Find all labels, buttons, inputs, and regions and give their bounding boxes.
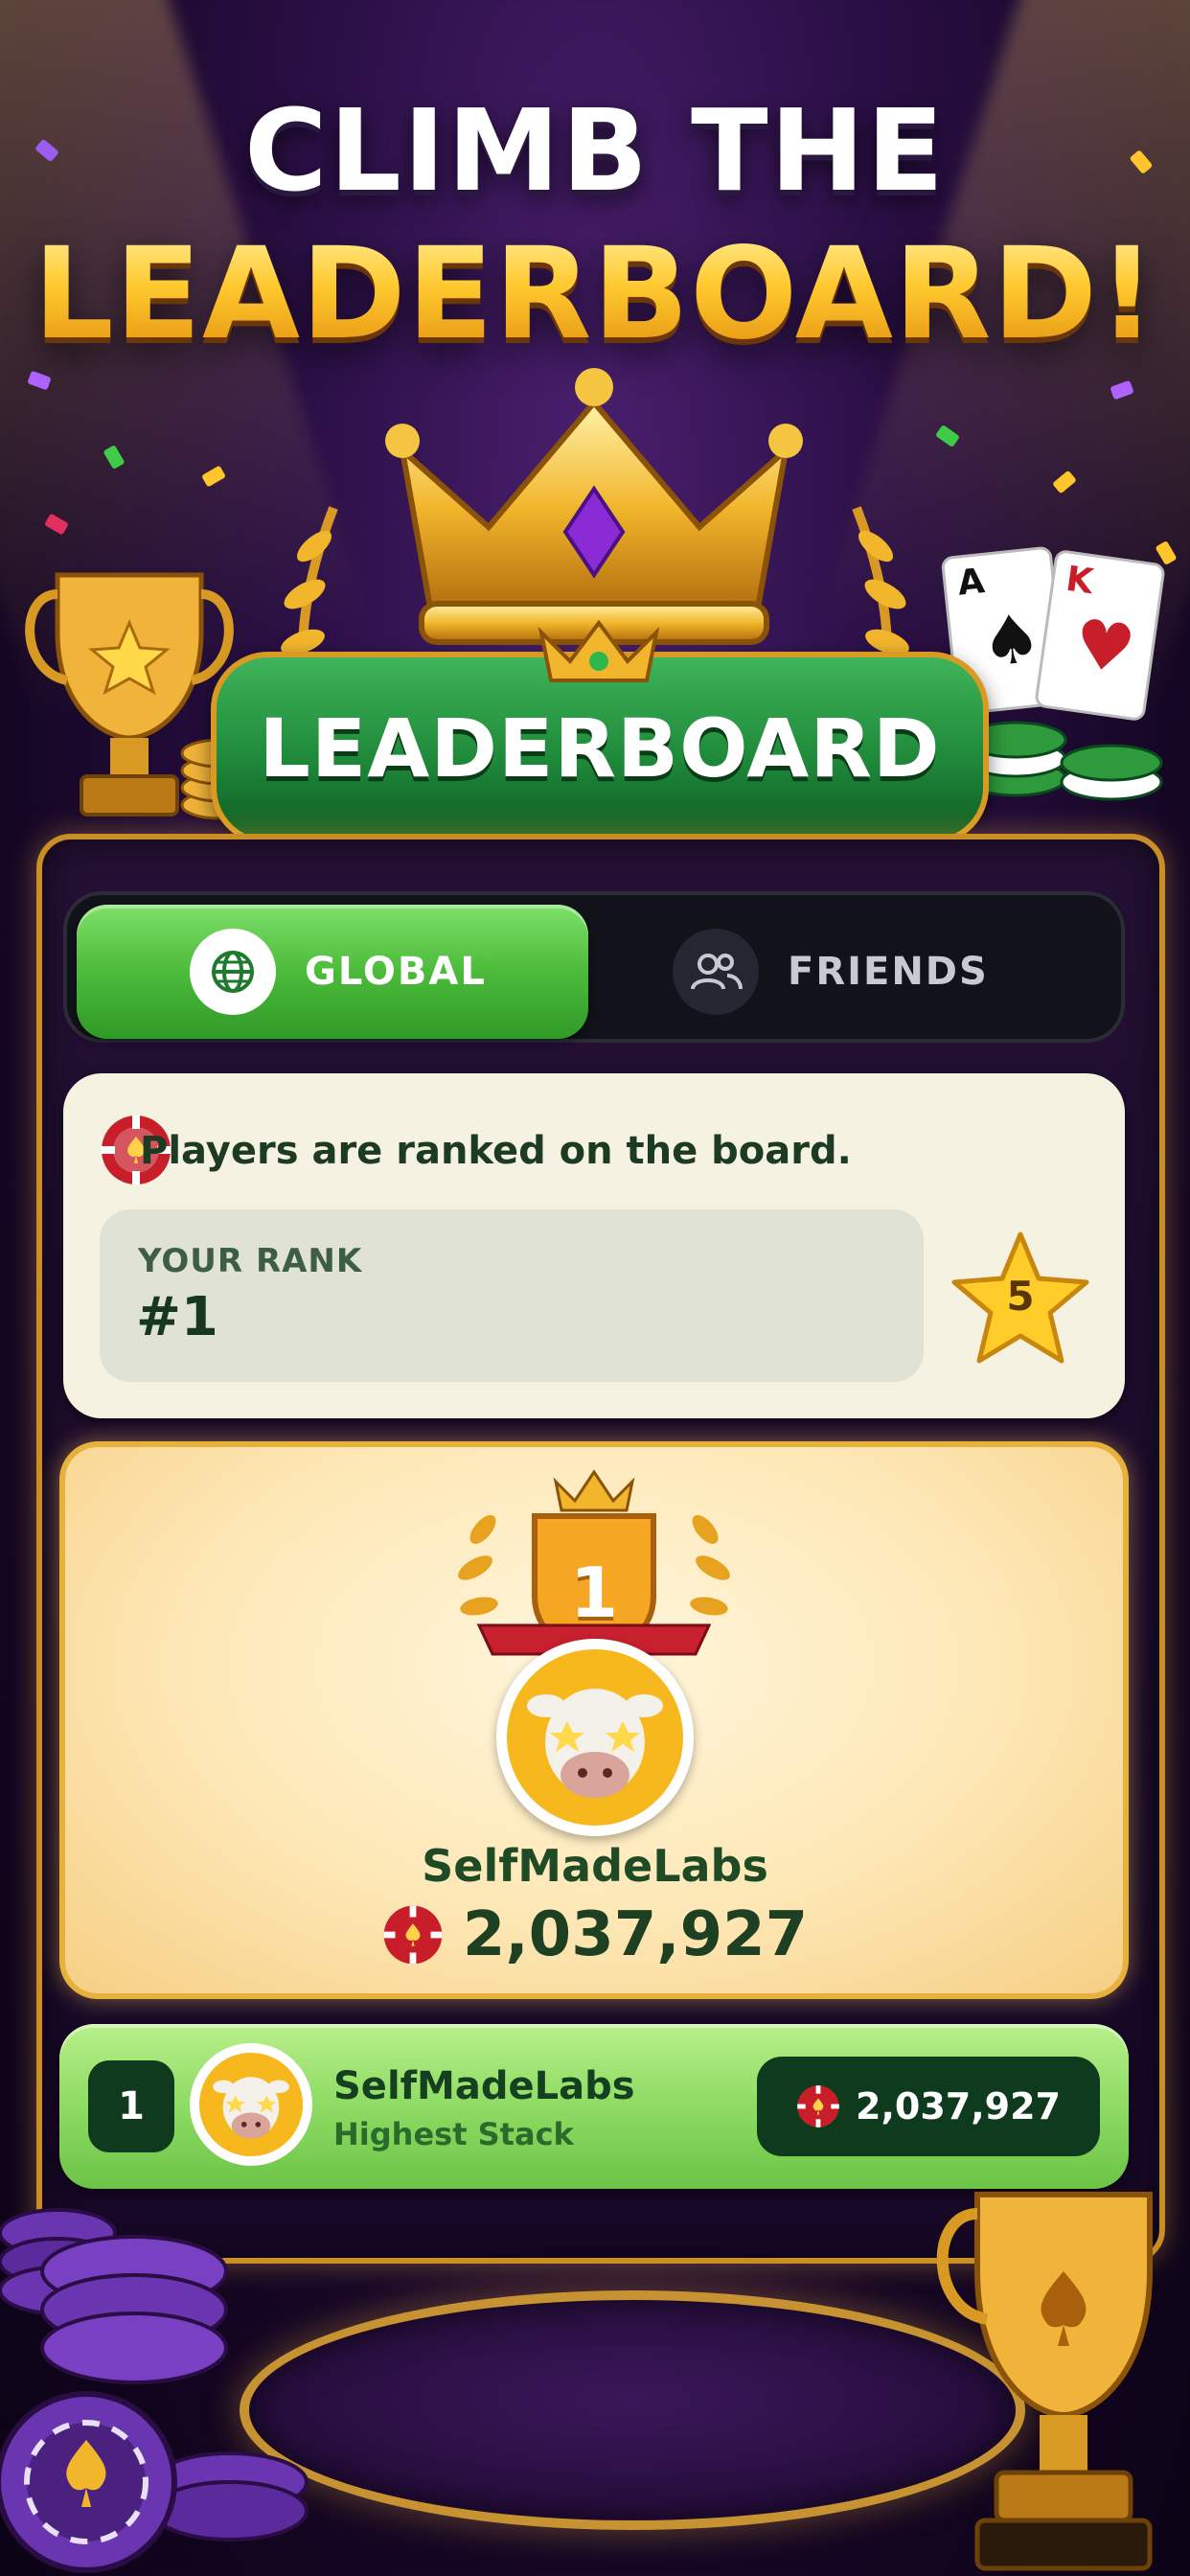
row-subtitle: Highest Stack [333, 2116, 574, 2152]
star-level-badge: 5 [949, 1229, 1092, 1368]
featured-score: 2,037,927 [0, 1899, 1190, 1970]
headline-line2: LEADERBOARD! [0, 220, 1190, 368]
row-player-name: SelfMadeLabs [333, 2064, 635, 2108]
tab-friends-label: FRIENDS [788, 950, 989, 994]
chip-icon [797, 2085, 839, 2128]
chip-stack-icon [964, 721, 1163, 801]
chip-icon [383, 1905, 443, 1965]
globe-icon [190, 929, 276, 1015]
tab-global-label: GLOBAL [305, 950, 487, 994]
cow-avatar-icon [198, 2052, 304, 2157]
row-score-value: 2,037,927 [856, 2085, 1061, 2128]
your-rank-label: YOUR RANK [138, 1242, 363, 1280]
featured-player-name: SelfMadeLabs [422, 1840, 768, 1892]
row-avatar [190, 2043, 312, 2166]
featured-avatar [496, 1639, 694, 1836]
stage-platform [240, 2290, 1025, 2530]
your-rank-box [100, 1209, 924, 1382]
featured-score-value: 2,037,927 [462, 1899, 809, 1970]
tab-global[interactable]: GLOBAL [77, 905, 588, 1039]
headline-line1: CLIMB THE [244, 84, 946, 217]
star-level-value: 5 [1006, 1273, 1035, 1320]
crown-icon [385, 368, 803, 645]
ranking-message: Players are ranked on the board. [140, 1129, 852, 1173]
row-score-pill: 2,037,927 [757, 2057, 1100, 2156]
tab-friends[interactable]: FRIENDS [661, 905, 1111, 1039]
your-rank-value: #1 [136, 1286, 218, 1348]
purple-chip-stack-icon [0, 2208, 309, 2573]
friends-icon [673, 929, 759, 1015]
spade-trophy-icon [936, 2192, 1153, 2571]
featured-rank-number: 1 [569, 1552, 619, 1633]
row-rank: 1 [88, 2060, 174, 2152]
cow-avatar-icon [507, 1649, 683, 1826]
small-crown-icon [538, 619, 660, 682]
banner-title: LEADERBOARD [259, 702, 941, 795]
